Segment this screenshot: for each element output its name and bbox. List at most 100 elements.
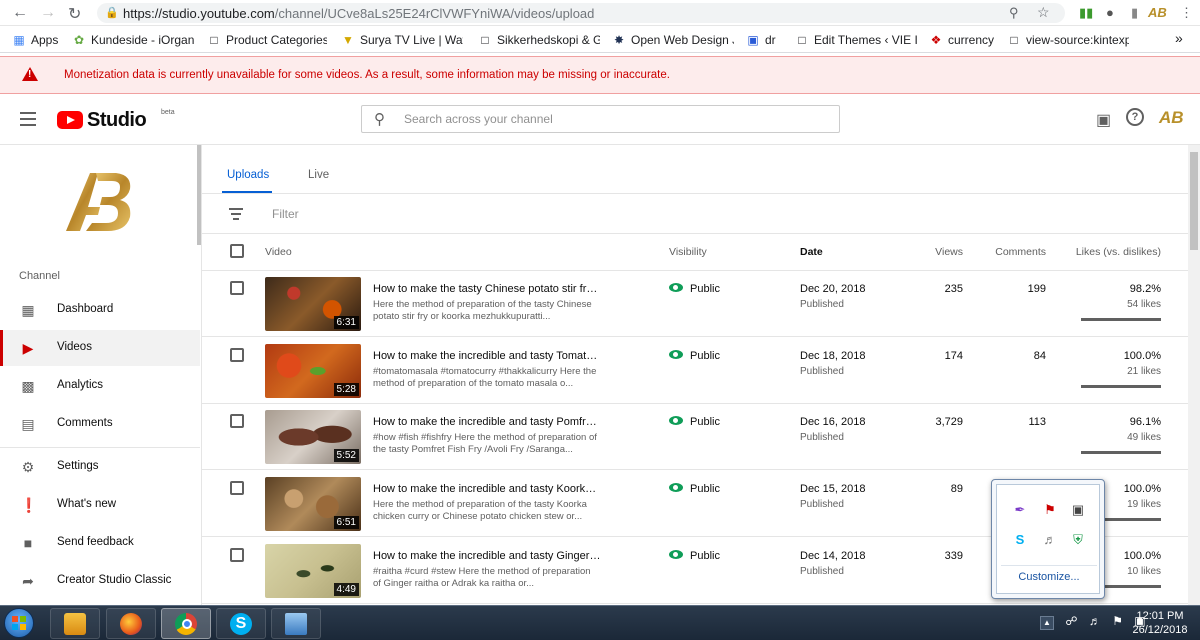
sidebar-item-comments[interactable]: ▤ Comments: [0, 406, 200, 442]
url-field[interactable]: 🔒 https://studio.youtube.com/channel/UCv…: [97, 3, 1065, 23]
visibility-status[interactable]: Public: [669, 483, 720, 495]
taskbar-clock[interactable]: 12:01 PM 26/12/2018: [1130, 609, 1190, 637]
help-icon[interactable]: ?: [1126, 108, 1144, 126]
select-all-checkbox[interactable]: [230, 244, 244, 258]
column-header-date[interactable]: Date: [800, 246, 823, 258]
table-row[interactable]: 6:31 How to make the tasty Chinese potat…: [202, 271, 1188, 337]
sidebar-item-settings[interactable]: ⚙ Settings: [0, 449, 200, 485]
volume-icon[interactable]: ♬: [1089, 614, 1101, 628]
filter-divider: [202, 233, 1188, 234]
publish-status: Published: [800, 499, 844, 510]
column-header-views[interactable]: Views: [902, 246, 963, 258]
search-input[interactable]: [404, 110, 804, 128]
sidebar-item-videos[interactable]: ▶ Videos: [0, 330, 200, 366]
flag-icon[interactable]: ⚑: [1112, 614, 1123, 628]
table-row[interactable]: 5:28 How to make the incredible and tast…: [202, 338, 1188, 404]
bookmark-dr[interactable]: ▣ dr: [746, 33, 786, 47]
video-duration: 5:28: [333, 383, 359, 396]
channel-search[interactable]: ⚲: [361, 105, 840, 133]
extension-puzzle-icon[interactable]: ▮▮: [1079, 5, 1093, 21]
tab-uploads[interactable]: Uploads: [227, 169, 269, 181]
likes-count: 54 likes: [1127, 299, 1161, 310]
feather-pen-icon[interactable]: ✒: [1011, 501, 1029, 519]
browser-menu-icon[interactable]: ⋮: [1180, 5, 1193, 21]
video-date: Dec 15, 2018: [800, 483, 866, 495]
video-title[interactable]: How to make the tasty Chinese potato sti…: [373, 283, 601, 295]
column-header-visibility[interactable]: Visibility: [669, 246, 707, 258]
back-arrow-icon[interactable]: ←: [12, 4, 28, 22]
bookmark-kundeside[interactable]: ✿ Kundeside - iOrganic: [72, 33, 194, 47]
bookmark-currency[interactable]: ❖ currency: [929, 33, 999, 47]
zoom-icon[interactable]: ⚲: [1009, 5, 1019, 21]
create-video-icon[interactable]: ▣: [1096, 110, 1111, 130]
reload-icon[interactable]: ↻: [68, 4, 81, 24]
bookmark-view-source[interactable]: □ view-source:kintexph: [1007, 33, 1129, 47]
filter-icon[interactable]: [229, 208, 243, 223]
video-title[interactable]: How to make the incredible and tasty Gin…: [373, 550, 601, 562]
video-comments[interactable]: 199: [982, 283, 1046, 295]
row-checkbox[interactable]: [230, 348, 244, 362]
video-thumbnail[interactable]: 4:49: [265, 544, 361, 598]
row-checkbox[interactable]: [230, 414, 244, 428]
tab-live[interactable]: Live: [308, 169, 329, 181]
bookmark-edit-themes[interactable]: □Edit Themes ‹ VIE INV: [795, 33, 917, 47]
video-title[interactable]: How to make the incredible and tasty Tom…: [373, 350, 601, 362]
youtube-play-icon: [57, 111, 83, 129]
taskbar-firefox[interactable]: [106, 608, 156, 639]
filter-input[interactable]: Filter: [272, 207, 299, 221]
video-comments[interactable]: 113: [982, 416, 1046, 428]
extension-icon[interactable]: ▮: [1131, 5, 1138, 21]
visibility-status[interactable]: Public: [669, 350, 720, 362]
start-button-icon[interactable]: [4, 608, 34, 638]
bookmark-open-web-design[interactable]: ✸ Open Web Design Jo: [612, 33, 734, 47]
table-row[interactable]: 5:52 How to make the incredible and tast…: [202, 404, 1188, 470]
network-icon[interactable]: ☍: [1065, 614, 1077, 628]
sidebar-item-analytics[interactable]: ▩ Analytics: [0, 368, 200, 404]
tray-expand-icon[interactable]: ▲: [1040, 616, 1054, 630]
taskbar-skype[interactable]: S: [216, 608, 266, 639]
bookmark-surya-tv[interactable]: ▼Surya TV Live | Watch: [341, 33, 463, 47]
visibility-status[interactable]: Public: [669, 550, 720, 562]
speaker-icon[interactable]: ♬: [1041, 531, 1059, 549]
row-checkbox[interactable]: [230, 548, 244, 562]
visibility-status[interactable]: Public: [669, 416, 720, 428]
row-checkbox[interactable]: [230, 281, 244, 295]
hamburger-menu-icon[interactable]: [20, 112, 36, 126]
sidebar-item-whats-new[interactable]: ❗ What's new: [0, 487, 200, 523]
sidebar-item-send-feedback[interactable]: ■ Send feedback: [0, 525, 200, 561]
tray-customize-link[interactable]: Customize...: [997, 571, 1101, 583]
video-title[interactable]: How to make the incredible and tasty Koo…: [373, 483, 601, 495]
skype-icon[interactable]: S: [1011, 531, 1029, 549]
profile-ab-icon[interactable]: AB: [1148, 5, 1167, 20]
bookmarks-more-button[interactable]: »: [1175, 30, 1191, 46]
column-header-likes[interactable]: Likes (vs. dislikes): [1072, 246, 1161, 258]
video-title[interactable]: How to make the incredible and tasty Pom…: [373, 416, 601, 428]
sidebar-scrollbar[interactable]: [197, 145, 201, 245]
video-thumbnail[interactable]: 6:31: [265, 277, 361, 331]
video-description: Here the method of preparation of the ta…: [373, 499, 587, 522]
taskbar-chrome[interactable]: [161, 608, 211, 639]
main-scrollbar-thumb[interactable]: [1190, 152, 1198, 250]
video-comments[interactable]: 84: [982, 350, 1046, 362]
visibility-status[interactable]: Public: [669, 283, 720, 295]
bookmark-star-icon[interactable]: ☆: [1037, 4, 1050, 21]
video-thumbnail[interactable]: 5:28: [265, 344, 361, 398]
shield-check-icon[interactable]: ⛨: [1069, 531, 1087, 549]
sidebar-item-creator-studio-classic[interactable]: ➦ Creator Studio Classic: [0, 563, 200, 599]
account-avatar[interactable]: AB: [1159, 108, 1184, 128]
video-thumbnail[interactable]: 6:51: [265, 477, 361, 531]
channel-avatar[interactable]: [60, 167, 140, 237]
printer-lock-icon[interactable]: ▣: [1069, 501, 1087, 519]
row-checkbox[interactable]: [230, 481, 244, 495]
bookmark-apps[interactable]: ▦ Apps: [12, 33, 72, 47]
taskbar-media-player[interactable]: [50, 608, 100, 639]
forward-arrow-icon[interactable]: →: [40, 4, 56, 22]
bookmark-product-categories[interactable]: □ Product Categories ‹: [207, 33, 327, 47]
column-header-comments[interactable]: Comments: [982, 246, 1046, 258]
video-thumbnail[interactable]: 5:52: [265, 410, 361, 464]
bookmark-sikkerhedskopi[interactable]: □ Sikkerhedskopi & Ge: [478, 33, 600, 47]
location-pin-icon[interactable]: ●: [1106, 5, 1114, 20]
flag-x-icon[interactable]: ⚑: [1041, 501, 1059, 519]
taskbar-explorer[interactable]: [271, 608, 321, 639]
sidebar-item-dashboard[interactable]: ▦ Dashboard: [0, 292, 200, 328]
